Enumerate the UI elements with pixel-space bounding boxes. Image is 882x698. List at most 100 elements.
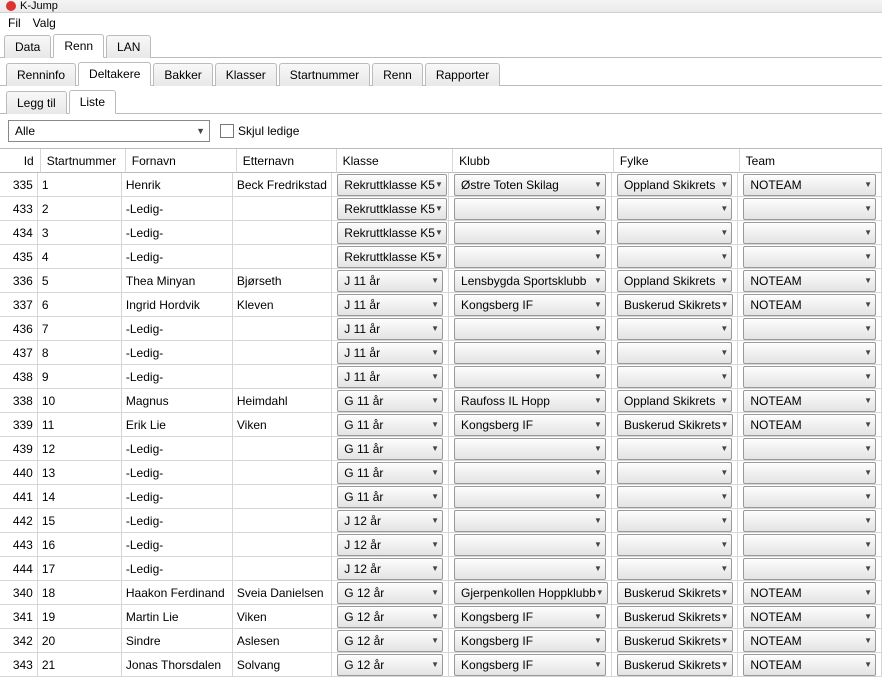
klasse-dropdown[interactable]: G 12 år▼	[337, 630, 443, 652]
klubb-dropdown[interactable]: Østre Toten Skilag▼	[454, 174, 606, 196]
team-dropdown[interactable]: ▼	[743, 246, 876, 268]
cell-etternavn[interactable]	[233, 245, 332, 269]
filter-combo[interactable]: Alle ▼	[8, 120, 210, 142]
cell-startnummer[interactable]: 17	[38, 557, 122, 581]
cell-startnummer[interactable]: 6	[38, 293, 122, 317]
tab-l2-bakker[interactable]: Bakker	[153, 63, 212, 86]
team-dropdown[interactable]: NOTEAM▼	[743, 414, 876, 436]
cell-fornavn[interactable]: -Ledig-	[122, 485, 233, 509]
klubb-dropdown[interactable]: ▼	[454, 198, 606, 220]
cell-fornavn[interactable]: Jonas Thorsdalen	[122, 653, 233, 677]
cell-fornavn[interactable]: Sindre	[122, 629, 233, 653]
cell-fornavn[interactable]: -Ledig-	[122, 533, 233, 557]
klasse-dropdown[interactable]: G 12 år▼	[337, 582, 443, 604]
menu-fil[interactable]: Fil	[8, 16, 21, 30]
cell-fornavn[interactable]: Thea Minyan	[122, 269, 233, 293]
cell-startnummer[interactable]: 9	[38, 365, 122, 389]
tab-l3-liste[interactable]: Liste	[69, 90, 116, 114]
cell-startnummer[interactable]: 20	[38, 629, 122, 653]
cell-etternavn[interactable]: Sveia Danielsen	[233, 581, 332, 605]
team-dropdown[interactable]: ▼	[743, 222, 876, 244]
klubb-dropdown[interactable]: ▼	[454, 534, 606, 556]
klubb-dropdown[interactable]: Lensbygda Sportsklubb▼	[454, 270, 606, 292]
klubb-dropdown[interactable]: ▼	[454, 222, 606, 244]
col-id[interactable]: Id	[0, 149, 41, 173]
cell-startnummer[interactable]: 12	[38, 437, 122, 461]
fylke-dropdown[interactable]: Oppland Skikrets▼	[617, 174, 732, 196]
cell-startnummer[interactable]: 13	[38, 461, 122, 485]
cell-startnummer[interactable]: 10	[38, 389, 122, 413]
fylke-dropdown[interactable]: ▼	[617, 534, 732, 556]
fylke-dropdown[interactable]: ▼	[617, 510, 732, 532]
col-fylke[interactable]: Fylke	[614, 149, 740, 173]
team-dropdown[interactable]: ▼	[743, 366, 876, 388]
klasse-dropdown[interactable]: G 11 år▼	[337, 462, 443, 484]
col-klubb[interactable]: Klubb	[453, 149, 614, 173]
klasse-dropdown[interactable]: Rekruttklasse K5▼	[337, 246, 447, 268]
fylke-dropdown[interactable]: Buskerud Skikrets▼	[617, 414, 733, 436]
fylke-dropdown[interactable]: ▼	[617, 486, 732, 508]
team-dropdown[interactable]: ▼	[743, 342, 876, 364]
cell-etternavn[interactable]: Kleven	[233, 293, 332, 317]
tab-l1-data[interactable]: Data	[4, 35, 51, 58]
col-fornavn[interactable]: Fornavn	[126, 149, 237, 173]
fylke-dropdown[interactable]: ▼	[617, 246, 732, 268]
cell-etternavn[interactable]	[233, 317, 332, 341]
cell-etternavn[interactable]	[233, 533, 332, 557]
cell-etternavn[interactable]	[233, 365, 332, 389]
team-dropdown[interactable]: NOTEAM▼	[743, 582, 876, 604]
tab-l2-rapporter[interactable]: Rapporter	[425, 63, 500, 86]
tab-l3-legg-til[interactable]: Legg til	[6, 91, 67, 114]
klubb-dropdown[interactable]: ▼	[454, 438, 606, 460]
cell-etternavn[interactable]	[233, 437, 332, 461]
klasse-dropdown[interactable]: G 11 år▼	[337, 390, 443, 412]
cell-startnummer[interactable]: 18	[38, 581, 122, 605]
team-dropdown[interactable]: ▼	[743, 510, 876, 532]
skjul-ledige-checkbox-wrap[interactable]: Skjul ledige	[220, 124, 299, 138]
fylke-dropdown[interactable]: Buskerud Skikrets▼	[617, 606, 733, 628]
klasse-dropdown[interactable]: G 11 år▼	[337, 486, 443, 508]
col-team[interactable]: Team	[740, 149, 882, 173]
cell-etternavn[interactable]: Solvang	[233, 653, 332, 677]
klasse-dropdown[interactable]: J 11 år▼	[337, 342, 443, 364]
cell-etternavn[interactable]: Viken	[233, 413, 332, 437]
klasse-dropdown[interactable]: G 11 år▼	[337, 414, 443, 436]
klubb-dropdown[interactable]: Raufoss IL Hopp▼	[454, 390, 606, 412]
fylke-dropdown[interactable]: ▼	[617, 558, 732, 580]
cell-startnummer[interactable]: 16	[38, 533, 122, 557]
cell-fornavn[interactable]: -Ledig-	[122, 509, 233, 533]
fylke-dropdown[interactable]: ▼	[617, 198, 732, 220]
klubb-dropdown[interactable]: ▼	[454, 246, 606, 268]
team-dropdown[interactable]: NOTEAM▼	[743, 390, 876, 412]
klubb-dropdown[interactable]: Gjerpenkollen Hoppklubb▼	[454, 582, 608, 604]
cell-fornavn[interactable]: -Ledig-	[122, 365, 233, 389]
klubb-dropdown[interactable]: Kongsberg IF▼	[454, 654, 606, 676]
col-klasse[interactable]: Klasse	[337, 149, 453, 173]
cell-fornavn[interactable]: -Ledig-	[122, 221, 233, 245]
cell-startnummer[interactable]: 1	[38, 173, 122, 197]
cell-fornavn[interactable]: Magnus	[122, 389, 233, 413]
klasse-dropdown[interactable]: Rekruttklasse K5▼	[337, 198, 447, 220]
tab-l2-deltakere[interactable]: Deltakere	[78, 62, 151, 86]
klasse-dropdown[interactable]: J 12 år▼	[337, 534, 443, 556]
klubb-dropdown[interactable]: ▼	[454, 342, 606, 364]
cell-etternavn[interactable]: Viken	[233, 605, 332, 629]
team-dropdown[interactable]: ▼	[743, 534, 876, 556]
cell-startnummer[interactable]: 2	[38, 197, 122, 221]
klubb-dropdown[interactable]: Kongsberg IF▼	[454, 606, 606, 628]
skjul-ledige-checkbox[interactable]	[220, 124, 234, 138]
cell-startnummer[interactable]: 14	[38, 485, 122, 509]
klasse-dropdown[interactable]: G 12 år▼	[337, 654, 443, 676]
team-dropdown[interactable]: NOTEAM▼	[743, 294, 876, 316]
fylke-dropdown[interactable]: Oppland Skikrets▼	[617, 390, 732, 412]
fylke-dropdown[interactable]: ▼	[617, 462, 732, 484]
cell-fornavn[interactable]: -Ledig-	[122, 317, 233, 341]
cell-etternavn[interactable]: Bjørseth	[233, 269, 332, 293]
klasse-dropdown[interactable]: J 11 år▼	[337, 294, 443, 316]
klasse-dropdown[interactable]: Rekruttklasse K5▼	[337, 222, 447, 244]
cell-etternavn[interactable]: Aslesen	[233, 629, 332, 653]
fylke-dropdown[interactable]: ▼	[617, 318, 732, 340]
team-dropdown[interactable]: ▼	[743, 558, 876, 580]
cell-startnummer[interactable]: 3	[38, 221, 122, 245]
tab-l1-renn[interactable]: Renn	[53, 34, 104, 58]
